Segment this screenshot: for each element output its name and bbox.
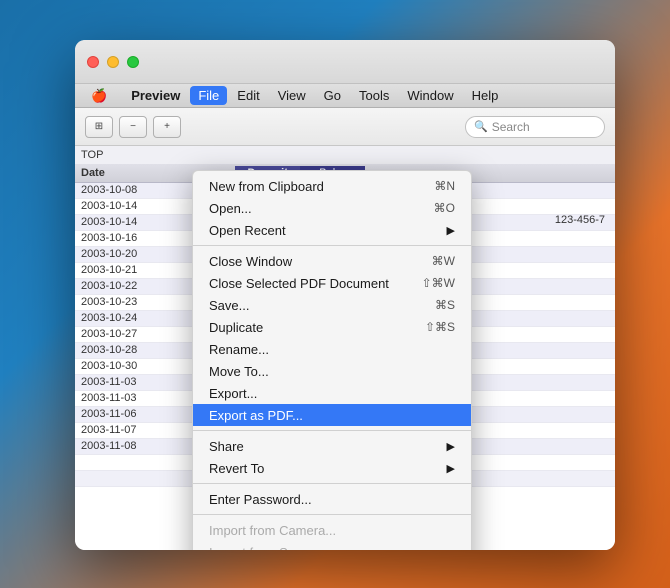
shortcut-open: ⌘O: [434, 201, 455, 215]
menu-item-new-from-clipboard[interactable]: New from Clipboard ⌘N: [193, 175, 471, 197]
menu-item-close-pdf[interactable]: Close Selected PDF Document ⇧⌘W: [193, 272, 471, 294]
menu-edit[interactable]: Edit: [229, 86, 267, 105]
account-number: 123-456-7: [555, 214, 605, 226]
menu-label: Share: [209, 439, 244, 454]
menu-label: Open Recent: [209, 223, 286, 238]
apple-menu[interactable]: 🍎: [83, 86, 115, 106]
app-window: 🍎 Preview File Edit View Go Tools Window…: [75, 40, 615, 550]
col-header-date: Date: [75, 166, 150, 180]
zoom-out-icon: −: [130, 121, 136, 132]
menu-label: Close Window: [209, 254, 292, 269]
submenu-arrow-revert-icon: ▶: [447, 462, 455, 475]
sidebar-icon: ⊞: [95, 121, 103, 132]
toolbar: ⊞ − + 🔍 Search: [75, 108, 615, 146]
menu-go[interactable]: Go: [316, 86, 349, 105]
menu-view[interactable]: View: [270, 86, 314, 105]
menu-label: Import from Camera...: [209, 523, 336, 538]
zoom-out-button[interactable]: −: [119, 116, 147, 138]
menu-item-open[interactable]: Open... ⌘O: [193, 197, 471, 219]
menu-label: Enter Password...: [209, 492, 312, 507]
titlebar: [75, 40, 615, 84]
menu-item-rename[interactable]: Rename...: [193, 338, 471, 360]
menu-label: Duplicate: [209, 320, 263, 335]
menu-label: Revert To: [209, 461, 264, 476]
menu-item-move-to[interactable]: Move To...: [193, 360, 471, 382]
search-placeholder: Search: [492, 120, 530, 134]
menu-item-import-scanner: Import from Scanner...: [193, 541, 471, 550]
menu-item-revert-to[interactable]: Revert To ▶: [193, 457, 471, 479]
separator-2: [193, 430, 471, 431]
menu-label: Rename...: [209, 342, 269, 357]
menu-item-duplicate[interactable]: Duplicate ⇧⌘S: [193, 316, 471, 338]
shortcut-close-pdf: ⇧⌘W: [422, 276, 455, 290]
file-menu-dropdown: New from Clipboard ⌘N Open... ⌘O Open Re…: [192, 170, 472, 550]
menu-item-export[interactable]: Export...: [193, 382, 471, 404]
menu-label: Import from Scanner...: [209, 545, 338, 551]
menu-item-export-as-pdf[interactable]: Export as PDF...: [193, 404, 471, 426]
menubar: 🍎 Preview File Edit View Go Tools Window…: [75, 84, 615, 108]
search-icon: 🔍: [474, 120, 488, 133]
menu-item-open-recent[interactable]: Open Recent ▶: [193, 219, 471, 241]
menu-file[interactable]: File: [190, 86, 227, 105]
submenu-arrow-share-icon: ▶: [447, 440, 455, 453]
submenu-arrow-icon: ▶: [447, 224, 455, 237]
menu-tools[interactable]: Tools: [351, 86, 397, 105]
menu-item-enter-password[interactable]: Enter Password...: [193, 488, 471, 510]
menu-label: Save...: [209, 298, 249, 313]
shortcut-close-window: ⌘W: [432, 254, 455, 268]
maximize-button[interactable]: [127, 56, 139, 68]
zoom-in-button[interactable]: +: [153, 116, 181, 138]
zoom-in-icon: +: [164, 121, 170, 132]
table-top-label: TOP: [75, 146, 615, 164]
menu-label: Open...: [209, 201, 252, 216]
content-area: 123-456-7 TOP Date Deposits Balance 2003…: [75, 146, 615, 550]
menu-label: Close Selected PDF Document: [209, 276, 389, 291]
sidebar-toggle-button[interactable]: ⊞: [85, 116, 113, 138]
traffic-lights: [87, 56, 139, 68]
menu-item-share[interactable]: Share ▶: [193, 435, 471, 457]
menu-help[interactable]: Help: [464, 86, 507, 105]
menu-label: New from Clipboard: [209, 179, 324, 194]
app-name-label: Preview: [123, 86, 188, 105]
shortcut-new: ⌘N: [434, 179, 455, 193]
shortcut-duplicate: ⇧⌘S: [425, 320, 455, 334]
separator-4: [193, 514, 471, 515]
menu-label: Export as PDF...: [209, 408, 303, 423]
search-field[interactable]: 🔍 Search: [465, 116, 605, 138]
separator-1: [193, 245, 471, 246]
menu-item-import-camera: Import from Camera...: [193, 519, 471, 541]
menu-item-close-window[interactable]: Close Window ⌘W: [193, 250, 471, 272]
close-button[interactable]: [87, 56, 99, 68]
shortcut-save: ⌘S: [435, 298, 455, 312]
minimize-button[interactable]: [107, 56, 119, 68]
menu-label: Move To...: [209, 364, 269, 379]
menu-label: Export...: [209, 386, 257, 401]
menu-window[interactable]: Window: [399, 86, 461, 105]
separator-3: [193, 483, 471, 484]
menu-item-save[interactable]: Save... ⌘S: [193, 294, 471, 316]
